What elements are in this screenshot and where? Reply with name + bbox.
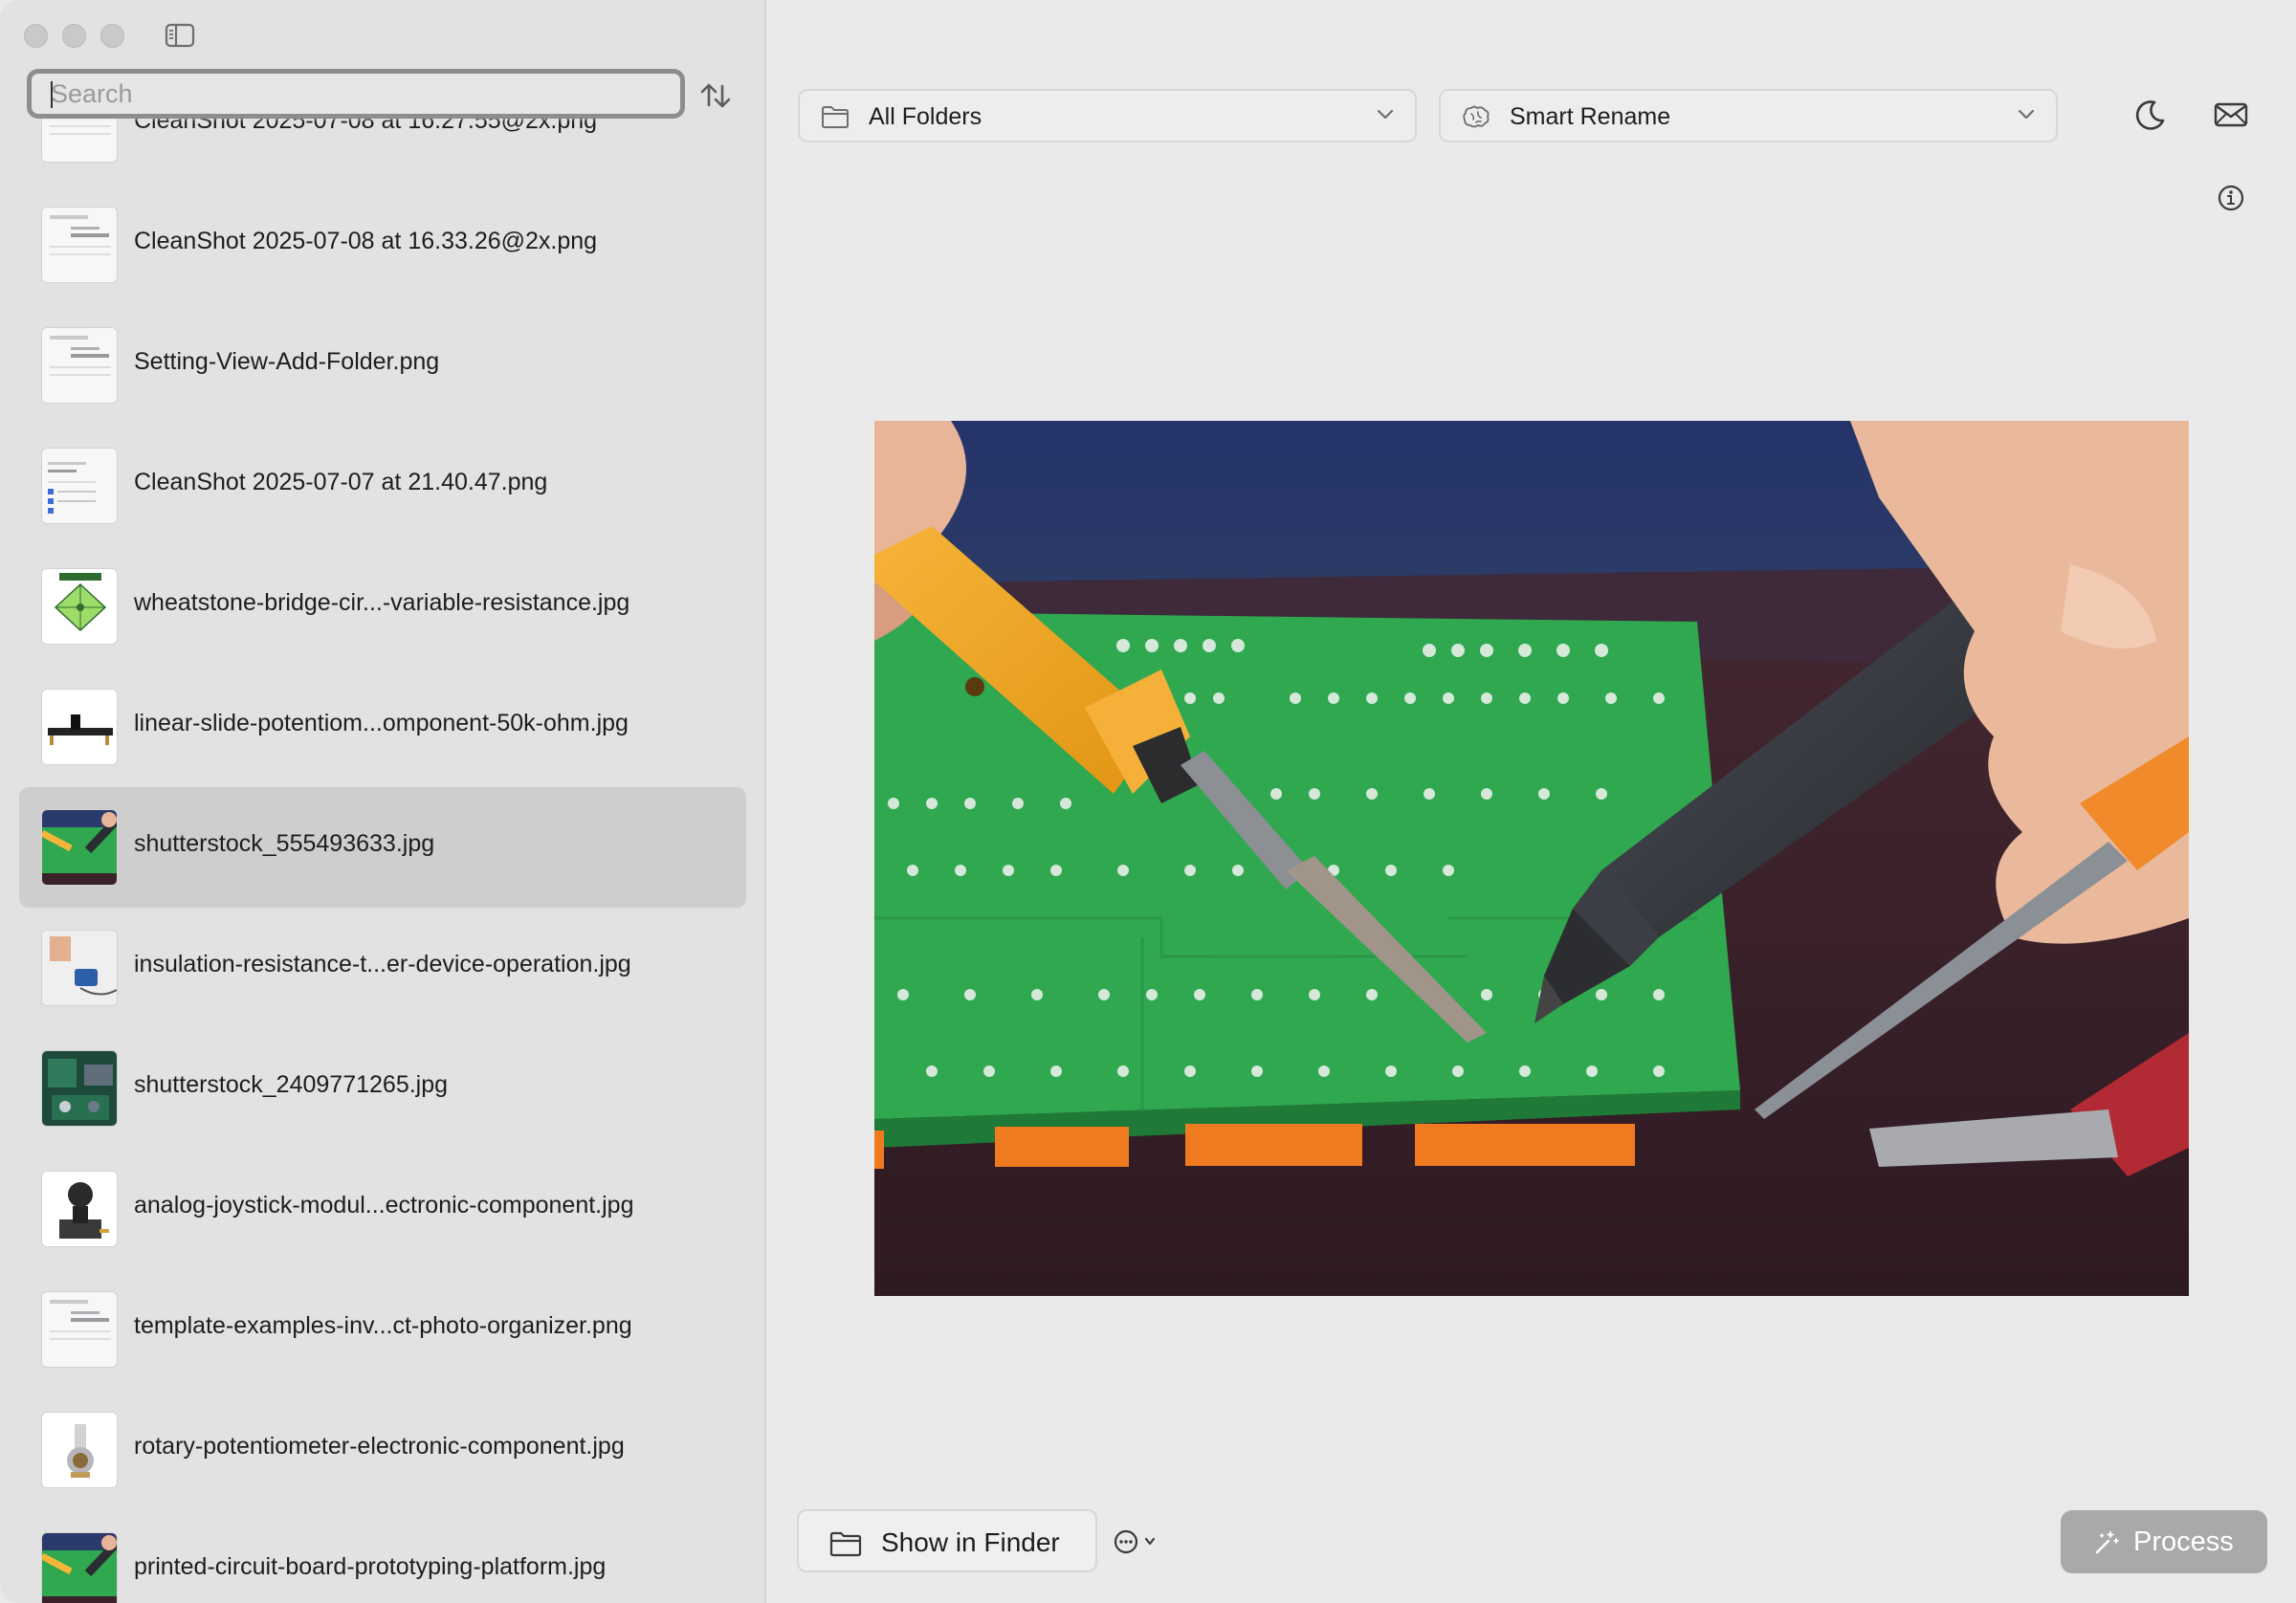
ellipsis-circle-icon	[1114, 1529, 1156, 1554]
file-name: insulation-resistance-t...er-device-oper…	[134, 951, 631, 977]
file-thumbnail	[41, 568, 118, 645]
chevron-down-icon	[2018, 109, 2035, 120]
sidebar: CleanShot 2025-07-08 at 16.27.55@2x.pngC…	[0, 0, 766, 1603]
search-field[interactable]	[27, 69, 685, 119]
file-thumbnail	[41, 448, 118, 524]
sidebar-toggle-button[interactable]	[165, 23, 195, 48]
file-row[interactable]: printed-circuit-board-prototyping-platfo…	[19, 1510, 746, 1603]
file-row[interactable]: analog-joystick-modul...ectronic-compone…	[19, 1149, 746, 1269]
file-name: template-examples-inv...ct-photo-organiz…	[134, 1312, 632, 1339]
file-name: CleanShot 2025-07-08 at 16.33.26@2x.png	[134, 228, 598, 254]
file-row[interactable]: Setting-View-Add-Folder.png	[19, 305, 746, 426]
text-caret	[51, 81, 53, 108]
file-thumbnail	[41, 207, 118, 283]
mode-dropdown[interactable]: Smart Rename	[1439, 89, 2058, 143]
file-row[interactable]: CleanShot 2025-07-08 at 16.33.26@2x.png	[19, 185, 746, 305]
file-name: rotary-potentiometer-electronic-componen…	[134, 1433, 625, 1460]
moon-icon	[2135, 100, 2165, 130]
file-thumbnail	[41, 930, 118, 1006]
file-row[interactable]: linear-slide-potentiom...omponent-50k-oh…	[19, 667, 746, 787]
file-name: printed-circuit-board-prototyping-platfo…	[134, 1553, 607, 1580]
brain-icon	[1463, 105, 1490, 128]
file-list[interactable]: CleanShot 2025-07-08 at 16.27.55@2x.pngC…	[0, 0, 764, 1603]
file-name: CleanShot 2025-07-07 at 21.40.47.png	[134, 469, 548, 495]
image-preview	[874, 421, 2189, 1296]
file-row[interactable]: insulation-resistance-t...er-device-oper…	[19, 908, 746, 1028]
email-button[interactable]	[2212, 96, 2250, 134]
dark-mode-button[interactable]	[2131, 96, 2170, 134]
file-thumbnail	[41, 327, 118, 404]
show-in-finder-label: Show in Finder	[881, 1527, 1060, 1557]
info-button[interactable]	[2212, 179, 2250, 217]
preview-image	[874, 421, 2189, 1296]
file-thumbnail	[41, 809, 118, 886]
process-button[interactable]: Process	[2061, 1510, 2267, 1573]
file-row[interactable]: shutterstock_2409771265.jpg	[19, 1028, 746, 1149]
file-row[interactable]: template-examples-inv...ct-photo-organiz…	[19, 1269, 746, 1390]
process-label: Process	[2133, 1526, 2234, 1557]
file-name: wheatstone-bridge-cir...-variable-resist…	[134, 589, 630, 616]
file-row[interactable]: rotary-potentiometer-electronic-componen…	[19, 1390, 746, 1510]
file-thumbnail	[41, 1412, 118, 1488]
file-name: shutterstock_2409771265.jpg	[134, 1071, 449, 1098]
file-thumbnail	[41, 1050, 118, 1127]
file-row[interactable]: wheatstone-bridge-cir...-variable-resist…	[19, 546, 746, 667]
file-thumbnail	[41, 1291, 118, 1368]
file-row[interactable]: shutterstock_555493633.jpg	[19, 787, 746, 908]
app-window: CleanShot 2025-07-08 at 16.27.55@2x.pngC…	[0, 0, 2296, 1603]
sort-arrows-icon	[700, 83, 731, 108]
show-in-finder-button[interactable]: Show in Finder	[797, 1509, 1097, 1572]
mode-dropdown-label: Smart Rename	[1510, 103, 1671, 130]
file-name: Setting-View-Add-Folder.png	[134, 348, 440, 375]
info-icon	[2218, 185, 2244, 211]
search-input[interactable]	[32, 74, 680, 114]
file-name: linear-slide-potentiom...omponent-50k-oh…	[134, 710, 629, 736]
folder-dropdown[interactable]: All Folders	[798, 89, 1417, 143]
sidebar-icon	[165, 23, 195, 48]
folder-dropdown-label: All Folders	[869, 103, 982, 130]
folder-icon	[829, 1531, 862, 1557]
main-panel: All Folders Smart Rename Show in Finder …	[767, 0, 2296, 1603]
close-window-button[interactable]	[24, 24, 48, 48]
file-thumbnail	[41, 689, 118, 765]
file-thumbnail	[41, 1171, 118, 1247]
zoom-window-button[interactable]	[100, 24, 124, 48]
folder-icon	[822, 106, 849, 128]
chevron-down-icon	[1377, 109, 1394, 120]
sort-button[interactable]	[696, 77, 735, 115]
more-actions-menu[interactable]	[1112, 1526, 1163, 1558]
file-row[interactable]: CleanShot 2025-07-07 at 21.40.47.png	[19, 426, 746, 546]
file-thumbnail	[41, 1532, 118, 1603]
envelope-icon	[2214, 102, 2248, 127]
minimize-window-button[interactable]	[62, 24, 86, 48]
file-name: shutterstock_555493633.jpg	[134, 830, 435, 857]
file-name: analog-joystick-modul...ectronic-compone…	[134, 1192, 634, 1219]
magic-wand-icon	[2095, 1531, 2119, 1554]
